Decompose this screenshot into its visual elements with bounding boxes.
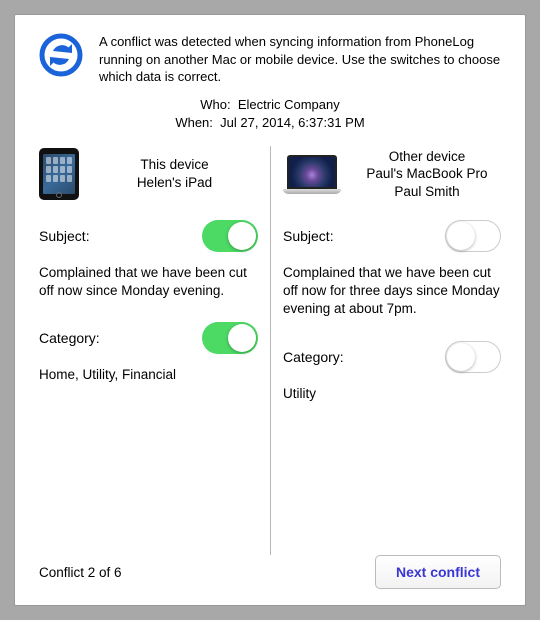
who-value: Electric Company [238,97,340,112]
conflict-columns: This device Helen's iPad Subject: Compla… [39,146,501,555]
right-device-header: Other device Paul's MacBook Pro Paul Smi… [283,146,501,202]
left-category-label: Category: [39,330,100,346]
left-category-toggle[interactable] [202,322,258,354]
when-value: Jul 27, 2014, 6:37:31 PM [220,115,365,130]
left-subject-label: Subject: [39,228,90,244]
right-category-toggle[interactable] [445,341,501,373]
left-device-name: Helen's iPad [91,174,258,192]
right-category-label: Category: [283,349,344,365]
when-label: When: [175,115,213,130]
right-subject-label: Subject: [283,228,334,244]
right-column: Other device Paul's MacBook Pro Paul Smi… [270,146,501,555]
conflict-dialog: A conflict was detected when syncing inf… [14,14,526,606]
left-device-header: This device Helen's iPad [39,146,258,202]
who-label: Who: [200,97,230,112]
right-device-name: Paul's MacBook Pro [353,165,501,183]
next-conflict-button[interactable]: Next conflict [375,555,501,589]
right-category-value: Utility [283,385,501,403]
left-subject-toggle[interactable] [202,220,258,252]
macbook-icon [283,155,341,194]
left-device-title: This device [91,156,258,174]
left-column: This device Helen's iPad Subject: Compla… [39,146,270,555]
intro-text: A conflict was detected when syncing inf… [99,33,501,86]
left-category-value: Home, Utility, Financial [39,366,258,384]
sync-icon [39,33,83,77]
right-subject-value: Complained that we have been cut off now… [283,264,501,319]
dialog-header: A conflict was detected when syncing inf… [39,33,501,86]
meta-block: Who: Electric Company When: Jul 27, 2014… [39,96,501,132]
right-device-title: Other device [353,148,501,166]
dialog-footer: Conflict 2 of 6 Next conflict [39,555,501,589]
conflict-counter: Conflict 2 of 6 [39,565,122,580]
right-subject-toggle[interactable] [445,220,501,252]
left-subject-value: Complained that we have been cut off now… [39,264,258,300]
right-device-user: Paul Smith [353,183,501,201]
ipad-icon [39,148,79,200]
